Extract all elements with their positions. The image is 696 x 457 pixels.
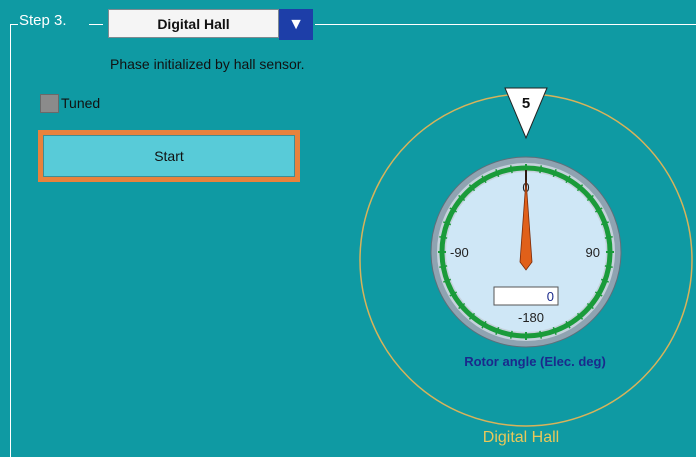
- gauge-title: Rotor angle (Elec. deg): [464, 354, 606, 369]
- dial-label-right: 90: [586, 245, 600, 260]
- step-panel: Step 3. Digital Hall ▼ Phase initialized…: [0, 0, 696, 457]
- dial-label-left: -90: [450, 245, 469, 260]
- dial-label-bottom: -180: [518, 310, 544, 325]
- gauge-caption: Digital Hall: [483, 429, 559, 446]
- angle-readout-value: 0: [547, 289, 554, 304]
- angle-marker-value: 5: [522, 95, 530, 112]
- rotor-angle-gauge: 5 0 -90 90 -180 0 Rotor angle (Elec. deg…: [359, 87, 693, 446]
